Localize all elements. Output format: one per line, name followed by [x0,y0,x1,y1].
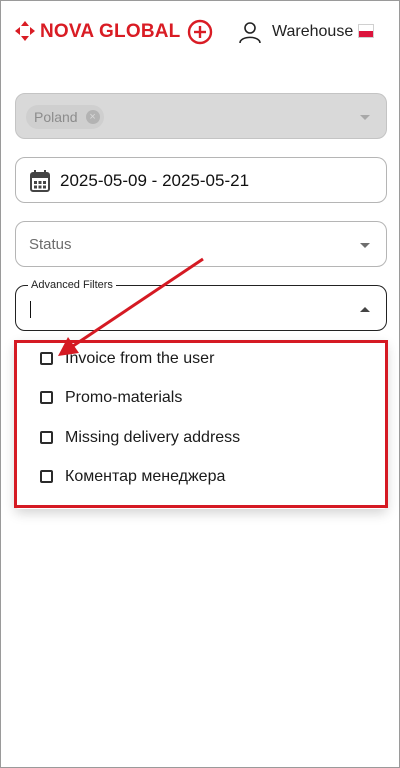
option-promo[interactable]: Promo-materials [15,380,387,418]
flag-poland-icon[interactable] [358,24,374,38]
checkbox[interactable] [40,431,53,444]
app-frame: NOVA GLOBAL Warehouse Poland × 2025-05-0… [0,0,400,768]
country-chip-label: Poland [34,109,78,125]
chevron-up-icon[interactable] [360,307,370,312]
advanced-filters-dropdown: Invoice from the user Promo-materials Mi… [15,341,387,509]
text-cursor [30,301,31,318]
plus-circle-icon[interactable] [187,19,213,45]
option-invoice[interactable]: Invoice from the user [15,341,387,379]
date-range-value: 2025-05-09 - 2025-05-21 [60,171,250,190]
option-label: Promo-materials [65,389,183,406]
option-missing-address[interactable]: Missing delivery address [15,420,387,458]
calendar-icon [30,170,50,192]
status-select[interactable]: Status [15,221,387,267]
advanced-filters-legend: Advanced Filters [28,278,116,292]
top-bar: NOVA GLOBAL Warehouse [1,1,399,61]
chip-remove-icon[interactable]: × [85,110,100,124]
logo-mark-icon [15,21,35,41]
chevron-down-icon[interactable] [360,115,370,120]
user-icon[interactable] [238,20,262,44]
country-select[interactable]: Poland × [15,93,387,139]
brand-name: NOVA GLOBAL [40,21,181,42]
checkbox[interactable] [40,391,53,404]
option-manager-comment[interactable]: Коментар менеджера [15,459,387,497]
date-range-field[interactable]: 2025-05-09 - 2025-05-21 [15,157,387,203]
country-chip: Poland × [26,105,104,129]
option-label: Missing delivery address [65,429,241,446]
option-label: Коментар менеджера [65,468,226,485]
checkbox[interactable] [40,470,53,483]
advanced-filters-input[interactable]: Advanced Filters [15,278,387,331]
option-label: Invoice from the user [65,350,215,367]
warehouse-label[interactable]: Warehouse [272,22,353,42]
chevron-down-icon[interactable] [360,243,370,248]
status-placeholder: Status [29,236,72,253]
checkbox[interactable] [40,352,53,365]
